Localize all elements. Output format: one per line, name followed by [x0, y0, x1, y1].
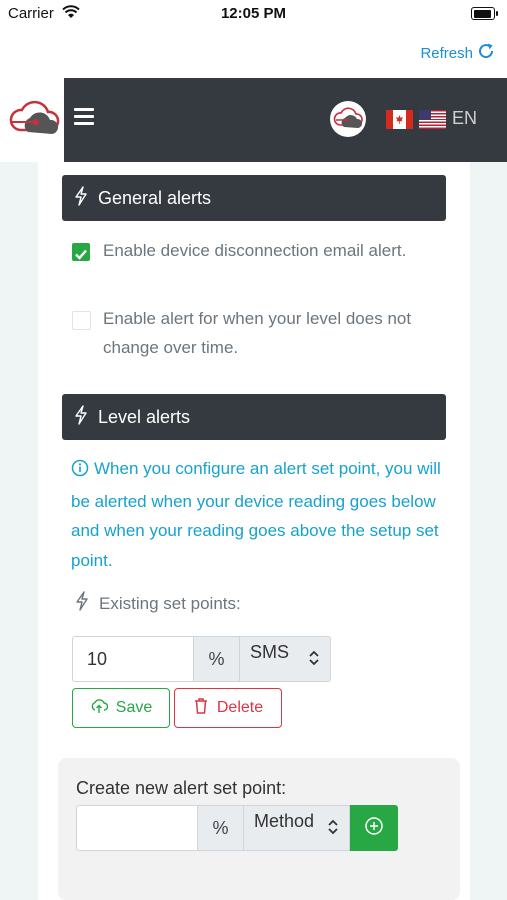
disconnection-alert-label: Enable device disconnection email alert.	[103, 241, 407, 260]
main-content: General alerts Enable device disconnecti…	[38, 162, 470, 900]
set-point-info-text: When you configure an alert set point, y…	[71, 454, 441, 575]
set-point-row: 10 % SMS	[72, 636, 331, 682]
trash-icon	[193, 697, 209, 720]
percent-label: %	[208, 648, 225, 669]
percent-addon: %	[194, 636, 240, 682]
info-circle-icon	[71, 457, 89, 487]
top-navbar: EN	[0, 78, 507, 162]
usa-flag-icon[interactable]	[419, 110, 446, 129]
user-avatar[interactable]	[330, 101, 366, 137]
general-alerts-title: General alerts	[98, 187, 212, 208]
clock: 12:05 PM	[220, 5, 287, 22]
set-point-value: 10	[87, 648, 108, 669]
new-set-point-value-input[interactable]	[76, 805, 198, 851]
method-value: SMS	[250, 642, 290, 662]
language-label[interactable]: EN	[452, 108, 477, 129]
existing-set-points-label: Existing set points:	[99, 593, 241, 613]
bolt-icon	[74, 404, 88, 430]
battery-icon	[471, 7, 498, 20]
add-set-point-button[interactable]	[350, 805, 398, 851]
bolt-icon	[75, 591, 89, 616]
select-chevron-icon	[308, 649, 320, 672]
new-set-point-label: Create new alert set point:	[76, 778, 287, 798]
plus-circle-icon	[364, 816, 384, 841]
no-change-alert-label: Enable alert for when your level does no…	[103, 309, 412, 357]
level-alerts-header: Level alerts	[62, 394, 446, 440]
no-change-alert-option[interactable]: Enable alert for when your level does no…	[72, 304, 422, 362]
cloud-avatar-icon	[333, 107, 363, 128]
refresh-bar: Refresh	[0, 26, 507, 78]
set-point-info-label: When you configure an alert set point, y…	[71, 459, 441, 570]
refresh-icon	[477, 42, 495, 64]
no-change-alert-checkbox[interactable]	[72, 311, 91, 330]
new-set-point-card: Create new alert set point: % Method	[58, 758, 460, 900]
disconnection-alert-checkbox[interactable]	[72, 243, 90, 261]
new-method-select[interactable]: Method	[244, 805, 350, 851]
method-placeholder: Method	[254, 811, 315, 831]
existing-set-points-heading: Existing set points:	[75, 591, 241, 616]
new-set-point-row: % Method	[76, 805, 398, 851]
cloud-upload-icon	[90, 698, 108, 719]
status-bar: Carrier 12:05 PM	[0, 0, 507, 26]
page-background: General alerts Enable device disconnecti…	[0, 162, 507, 900]
delete-button[interactable]: Delete	[174, 688, 282, 728]
select-chevron-icon	[327, 818, 339, 841]
menu-toggle-button[interactable]	[74, 108, 94, 129]
delete-label: Delete	[216, 699, 264, 716]
percent-addon: %	[198, 805, 244, 851]
set-point-value-input[interactable]: 10	[72, 636, 194, 682]
brand-logo[interactable]	[0, 78, 64, 162]
percent-label: %	[212, 817, 229, 838]
refresh-button[interactable]: Refresh	[420, 42, 495, 64]
cloud-logo-icon	[9, 100, 60, 134]
general-alerts-header: General alerts	[62, 175, 446, 221]
bolt-icon	[74, 185, 88, 211]
refresh-label: Refresh	[420, 44, 473, 62]
save-button[interactable]: Save	[72, 688, 170, 728]
save-label: Save	[115, 699, 153, 716]
disconnection-alert-option[interactable]: Enable device disconnection email alert.	[72, 236, 422, 265]
method-select[interactable]: SMS	[240, 636, 331, 682]
level-alerts-title: Level alerts	[98, 406, 191, 427]
canada-flag-icon[interactable]	[386, 110, 413, 129]
